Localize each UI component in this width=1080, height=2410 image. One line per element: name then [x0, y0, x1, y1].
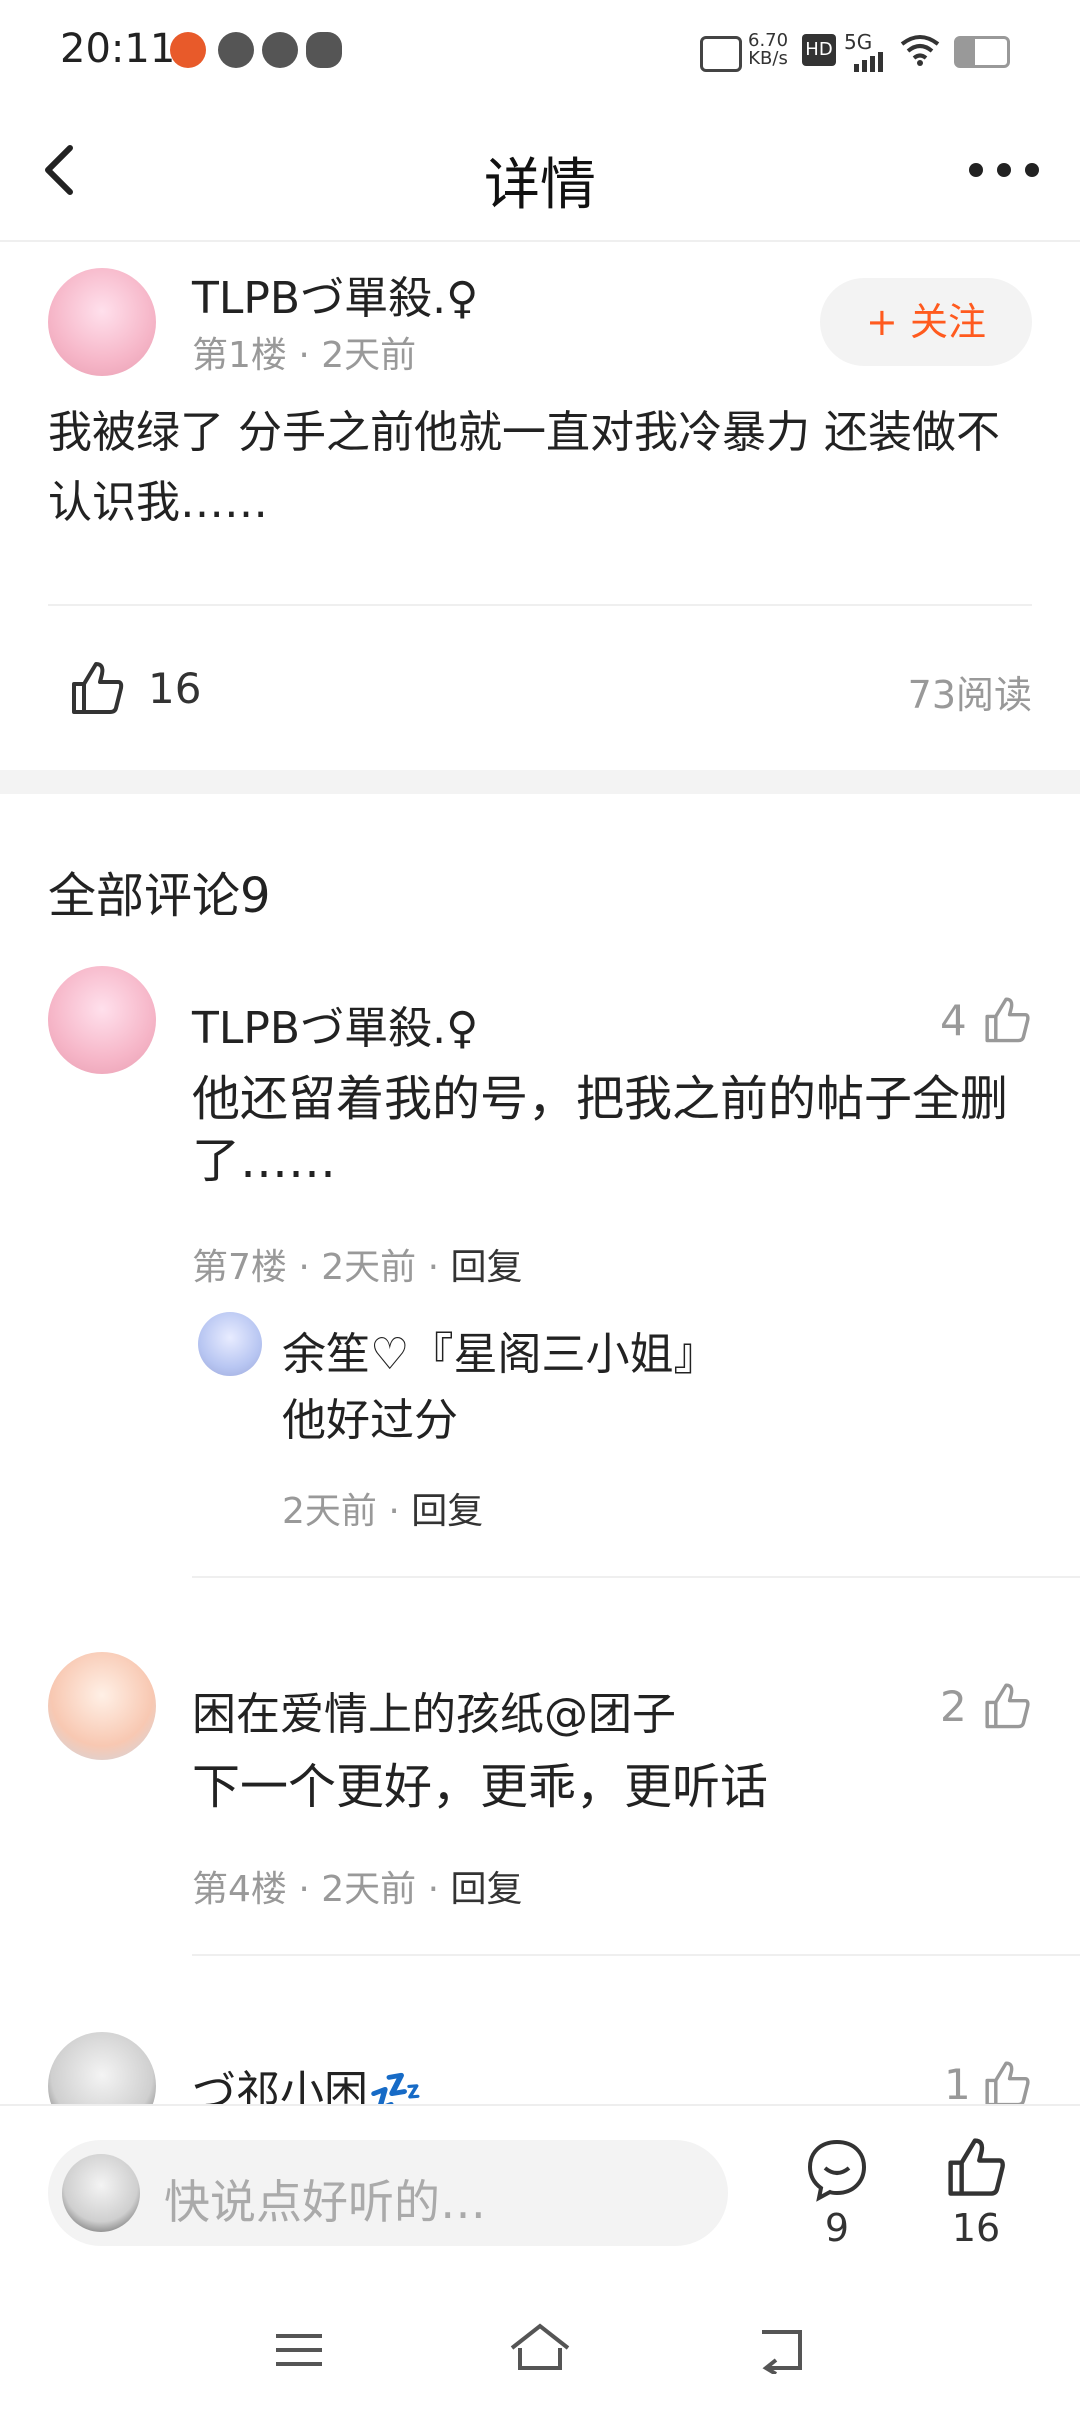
post-floor: 第1楼: [192, 335, 287, 376]
battery-icon: [954, 36, 1010, 68]
comment-like-count: 1: [944, 2060, 971, 2109]
menu-icon: [276, 2334, 322, 2366]
system-nav-bar: [0, 2290, 1080, 2408]
comment-author[interactable]: TLPBづ單殺.♀: [192, 992, 478, 1056]
page-title: 详情: [484, 153, 596, 218]
header-divider: [0, 240, 1080, 242]
comment-button[interactable]: [804, 2136, 870, 2202]
reply-avatar[interactable]: [198, 1312, 262, 1376]
post-content: 我被绿了 分手之前他就一直对我冷暴力 还装做不认识我……: [48, 407, 1000, 528]
comment-input[interactable]: 快说点好听的…: [48, 2140, 728, 2246]
vibrate-icon: [700, 36, 742, 72]
comment-like-button[interactable]: [982, 2058, 1032, 2108]
comment-like-count: 2: [940, 1682, 967, 1731]
network-speed: 6.70 KB/s: [748, 30, 789, 69]
menu-button[interactable]: [274, 2330, 324, 2370]
follow-button[interactable]: + 关注: [820, 278, 1032, 366]
more-icon: [969, 163, 1039, 177]
reply-button[interactable]: 回复: [451, 1247, 523, 1288]
section-separator: [0, 770, 1080, 794]
post-author-name[interactable]: TLPBづ單殺.♀: [192, 262, 478, 326]
comment-like-count: 4: [940, 996, 967, 1045]
comment-meta: 第7楼 · 2天前 · 回复: [192, 1247, 523, 1288]
reply-button[interactable]: 回复: [411, 1491, 483, 1532]
status-bar: 20:11 6.70 KB/s HD 5G: [0, 0, 1080, 100]
like-count: 16: [951, 2206, 1001, 2250]
comment-divider: [192, 1954, 1080, 1956]
like-icon: [985, 2061, 1030, 2107]
post-like-count: 16: [148, 664, 202, 713]
comment-icon: [807, 2139, 867, 2202]
comment-like-button[interactable]: [982, 1680, 1032, 1730]
reply-content: 他好过分: [282, 1395, 458, 1446]
hd-icon: HD: [802, 34, 836, 66]
post-time: 2天前: [321, 335, 417, 376]
comment-content: 下一个更好，更乖，更听话: [192, 1759, 769, 1815]
home-icon: [510, 2323, 570, 2370]
return-button[interactable]: [752, 2324, 808, 2376]
post-divider: [48, 604, 1032, 606]
wifi-icon: [900, 34, 940, 66]
current-user-avatar: [62, 2154, 140, 2232]
more-button[interactable]: [968, 162, 1040, 178]
post-read-count: 73阅读: [907, 673, 1032, 717]
home-button[interactable]: [508, 2320, 572, 2376]
post-meta: 第1楼 · 2天前: [192, 335, 417, 376]
like-icon: [948, 2138, 1005, 2196]
comment-divider: [192, 1576, 1080, 1578]
comments-header: 全部评论9: [48, 868, 271, 924]
signal-icon: [854, 50, 888, 72]
reply-author[interactable]: 余笙♡『星阁三小姐』: [282, 1318, 717, 1382]
comment-count: 9: [824, 2206, 850, 2250]
reply-button[interactable]: 回复: [451, 1869, 523, 1910]
comment-meta: 第4楼 · 2天前 · 回复: [192, 1869, 523, 1910]
comment-like-button[interactable]: [982, 994, 1032, 1044]
post-like-button[interactable]: [68, 658, 126, 716]
comment-avatar[interactable]: [48, 966, 156, 1074]
reply-meta: 2天前 · 回复: [282, 1491, 484, 1532]
return-icon: [762, 2330, 802, 2376]
status-time: 20:11: [60, 26, 176, 72]
post-author-avatar[interactable]: [48, 268, 156, 376]
like-icon: [985, 1683, 1030, 1729]
app-notification-icon: [262, 32, 298, 68]
comment-input-placeholder: 快说点好听的…: [164, 2175, 486, 2229]
app-notification-icon: [170, 32, 206, 68]
like-icon: [72, 662, 124, 714]
comment-author[interactable]: 困在爱情上的孩纸@团子: [192, 1678, 676, 1742]
comment-content: 他还留着我的号，把我之前的帖子全删了……: [192, 1071, 1009, 1189]
like-button[interactable]: [944, 2134, 1008, 2198]
app-notification-icon: [218, 32, 254, 68]
like-icon: [985, 997, 1030, 1043]
comment-avatar[interactable]: [48, 1652, 156, 1760]
message-notification-icon: [306, 32, 342, 68]
